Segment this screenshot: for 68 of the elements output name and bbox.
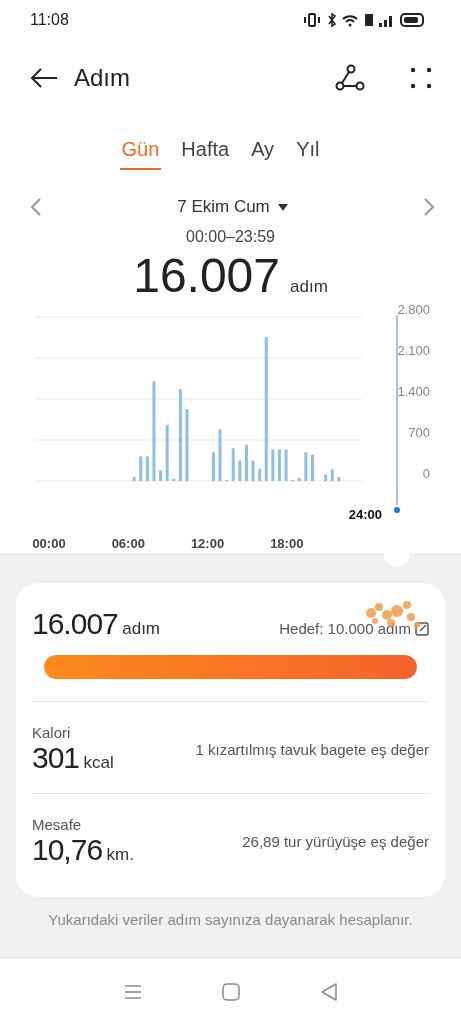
axis-label: 00:00 [32, 536, 66, 551]
bar [165, 424, 169, 481]
edit-icon[interactable] [415, 621, 429, 636]
cursor-time: 24:00 [348, 507, 382, 522]
bar [139, 456, 143, 481]
bar [211, 452, 215, 481]
step-unit: adım [290, 277, 328, 297]
bar [231, 448, 235, 481]
bar [284, 449, 288, 481]
next-icon[interactable] [423, 198, 435, 216]
bar [238, 460, 242, 481]
bar [218, 429, 222, 481]
battery-icon [400, 13, 424, 27]
vibrate-icon [304, 13, 320, 27]
menu-icon[interactable] [123, 983, 142, 1000]
step-unit: adım [122, 619, 160, 638]
bar [251, 460, 255, 481]
axis-label: 12:00 [190, 536, 225, 551]
axis-label: 700 [408, 425, 430, 440]
bar [244, 444, 248, 481]
bar [324, 474, 328, 481]
metric-note: 26,89 tur yürüyüşe eş değer [242, 833, 429, 850]
axis-label: 06:00 [111, 536, 145, 551]
bar [172, 478, 176, 481]
date-picker[interactable]: 7 Ekim Cum [171, 196, 294, 218]
step-total: 16.007 [133, 248, 280, 303]
step-count: 16.007 [32, 607, 118, 640]
bar [132, 476, 136, 481]
bar [159, 470, 163, 481]
footnote: Yukarıdaki veriler adım sayınıza dayanarak hesaplanır. [47, 911, 414, 930]
metric-note: 1 kızartılmış tavuk bagete eş değer [195, 741, 429, 758]
metric-unit: km. [106, 845, 134, 864]
metric-label: Kalori [32, 724, 72, 741]
home-icon[interactable] [221, 982, 240, 1001]
axis-label: 0 [422, 466, 430, 481]
axis-label: 2.800 [397, 303, 430, 317]
caret-icon [277, 203, 288, 211]
back-icon[interactable] [30, 67, 58, 89]
time-range: 00:00–23:59 [185, 228, 276, 246]
metric-unit: kcal [83, 753, 114, 772]
bar [271, 449, 275, 481]
axis-label: 2.100 [397, 343, 430, 358]
metric-value: 10,76 [32, 833, 103, 866]
period-tab[interactable]: Yıl [294, 130, 322, 170]
bar [304, 452, 308, 481]
bar [330, 469, 334, 481]
page-title: Adım [74, 64, 131, 92]
axis-label: 18:00 [270, 536, 304, 551]
bar [310, 454, 314, 481]
signal-icon [379, 16, 392, 27]
bar [297, 478, 301, 481]
period-tab[interactable]: Ay [249, 130, 277, 170]
bar [258, 468, 262, 481]
period-tab[interactable]: Hafta [179, 130, 232, 170]
metric-label: Mesafe [32, 816, 83, 833]
more-icon[interactable] [409, 66, 433, 90]
bar [145, 456, 149, 481]
bar [277, 449, 281, 481]
wifi-icon [342, 15, 358, 27]
share-icon[interactable] [335, 64, 365, 92]
metric-value: 301 [32, 741, 80, 774]
previous-icon[interactable] [30, 198, 42, 216]
axis-label: 1.400 [397, 384, 430, 399]
bar [337, 476, 341, 481]
clock: 11:08 [30, 11, 69, 29]
time-cursor[interactable] [394, 314, 400, 513]
bluetooth-icon [328, 12, 337, 28]
goal-text: Hedef: 10.000 adım [279, 620, 411, 637]
